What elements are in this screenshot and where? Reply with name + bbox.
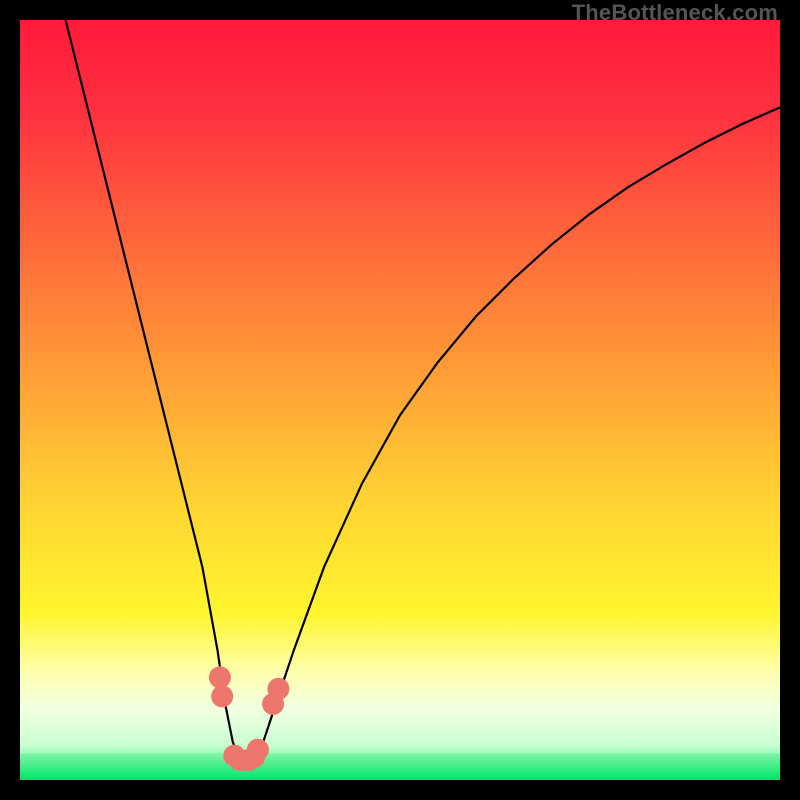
green-band (20, 753, 780, 780)
marker-dot (209, 666, 231, 688)
marker-dot (211, 685, 233, 707)
bottleneck-chart (20, 20, 780, 780)
chart-frame (20, 20, 780, 780)
watermark-text: TheBottleneck.com (572, 0, 778, 26)
gradient-background (20, 20, 780, 780)
marker-dot (247, 739, 269, 761)
marker-dot (267, 678, 289, 700)
